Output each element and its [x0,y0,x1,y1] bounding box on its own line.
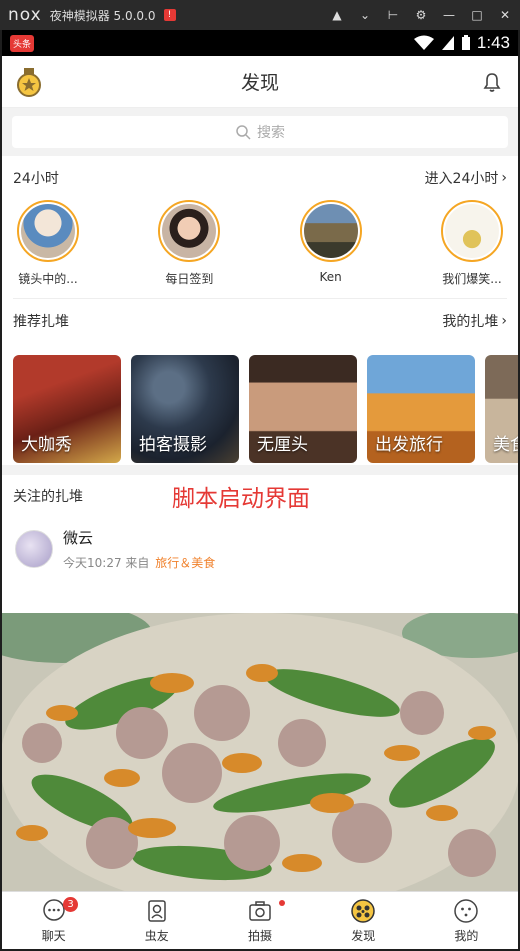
my-groups-link[interactable]: 我的扎堆 › [442,311,507,331]
bell-icon[interactable] [480,70,504,94]
avatar [444,204,499,258]
hours24-section: 24小时 进入24小时 › 镜头中的... 每日签到 Ken 我们爆笑... 推… [2,156,518,465]
search-bar: 搜索 [2,108,518,156]
signal-icon [441,36,454,50]
search-icon [236,125,251,140]
contact-card-icon [148,899,166,922]
avatar-item[interactable]: 镜头中的... [10,200,86,298]
card-label: 大咖秀 [21,435,72,455]
pin-icon[interactable]: ⊢ [386,8,400,22]
group-card[interactable]: 大咖秀 [13,355,121,463]
tab-label: 我的 [454,928,479,943]
recommend-title: 推荐扎堆 [13,314,69,330]
unread-badge: 3 [63,897,78,912]
camera-icon [249,900,271,921]
avatar-label: Ken [319,270,342,284]
chevron-down-icon[interactable]: ⌄ [358,8,372,22]
following-title: 关注的扎堆 [13,489,83,505]
post-time: 今天10:27 [63,556,122,570]
face-icon [454,898,479,923]
avatar [303,204,358,258]
page-title: 发现 [240,72,279,94]
card-label: 拍客摄影 [139,435,207,455]
recommend-cards: 大咖秀 拍客摄影 无厘头 出发旅行 美食 [2,343,518,465]
avatar-item[interactable]: 每日签到 [151,200,227,298]
wifi-icon [413,35,434,50]
script-note: 脚本启动界面 [172,486,310,512]
emulator-title-bar: nox 夜神模拟器 5.0.0.0 ! ▲ ⌄ ⊢ ⚙ — □ ✕ [0,0,520,30]
group-card[interactable]: 拍客摄影 [131,355,239,463]
chevron-right-icon: › [501,170,507,186]
maximize-icon[interactable]: □ [470,8,484,22]
hours24-avatars: 镜头中的... 每日签到 Ken 我们爆笑... [2,200,518,298]
search-input[interactable]: 搜索 [12,116,508,148]
tab-label: 聊天 [41,928,66,943]
tab-label: 虫友 [144,928,169,943]
emulator-controls: ▲ ⌄ ⊢ ⚙ — □ ✕ [330,8,512,22]
app-header: 发现 [2,56,518,108]
card-label: 美食 [493,435,518,455]
status-time: 1:43 [476,33,510,52]
avatar-label: 镜头中的... [18,272,78,286]
tab-chat[interactable]: 聊天 3 [2,892,105,949]
battery-icon [461,35,470,50]
tab-friends[interactable]: 虫友 [105,892,208,949]
avatar[interactable] [15,530,53,568]
phone-screen: 头条 1:43 发现 搜索 24小时 进入24小时 › 镜头中的... 每日签到… [2,30,518,949]
shirt-icon[interactable]: ▲ [330,8,344,22]
avatar [162,204,217,258]
search-placeholder: 搜索 [257,125,285,141]
tab-label: 发现 [351,928,376,943]
tab-me[interactable]: 我的 [415,892,518,949]
post-from-label: 来自 [125,556,150,570]
card-label: 无厘头 [257,435,308,455]
medal-icon[interactable] [16,68,42,98]
new-dot [279,900,286,906]
post-photo[interactable] [2,613,518,891]
chevron-right-icon: › [501,313,507,329]
emulator-logo: nox [8,5,42,25]
avatar-item[interactable]: 我们爆笑... [434,200,510,298]
bottom-tab-bar: 聊天 3 虫友 拍摄 发现 我的 [2,891,518,949]
post-header[interactable]: 微云 今天10:27 来自 旅行＆美食 [2,517,518,581]
emulator-window: nox 夜神模拟器 5.0.0.0 ! ▲ ⌄ ⊢ ⚙ — □ ✕ 头条 1:4… [0,0,520,951]
gear-icon[interactable]: ⚙ [414,8,428,22]
avatar-label: 每日签到 [165,272,214,286]
emulator-title: 夜神模拟器 5.0.0.0 [49,8,156,23]
tab-shoot[interactable]: 拍摄 [208,892,311,949]
close-icon[interactable]: ✕ [498,8,512,22]
enter-24h-link[interactable]: 进入24小时 › [425,168,507,188]
avatar-label: 我们爆笑... [442,272,502,286]
tab-label: 拍摄 [248,928,273,943]
group-card[interactable]: 美食 [485,355,518,463]
app-notification-icon: 头条 [10,34,35,52]
avatar [21,204,75,258]
group-card[interactable]: 出发旅行 [367,355,475,463]
card-label: 出发旅行 [375,435,443,455]
following-section: 关注的扎堆 脚本启动界面 微云 今天10:27 来自 旅行＆美食 [2,475,518,581]
alert-icon[interactable]: ! [163,9,176,21]
group-card[interactable]: 无厘头 [249,355,357,463]
post-author[interactable]: 微云 [63,527,215,548]
avatar-item[interactable]: Ken [293,200,369,298]
minimize-icon[interactable]: — [442,8,456,22]
discover-icon [351,898,375,923]
hours24-title: 24小时 [13,171,59,187]
tab-discover[interactable]: 发现 [312,892,415,949]
post-group-tag[interactable]: 旅行＆美食 [155,556,215,570]
status-bar: 头条 1:43 [2,30,518,56]
food-photo-image [2,613,518,891]
